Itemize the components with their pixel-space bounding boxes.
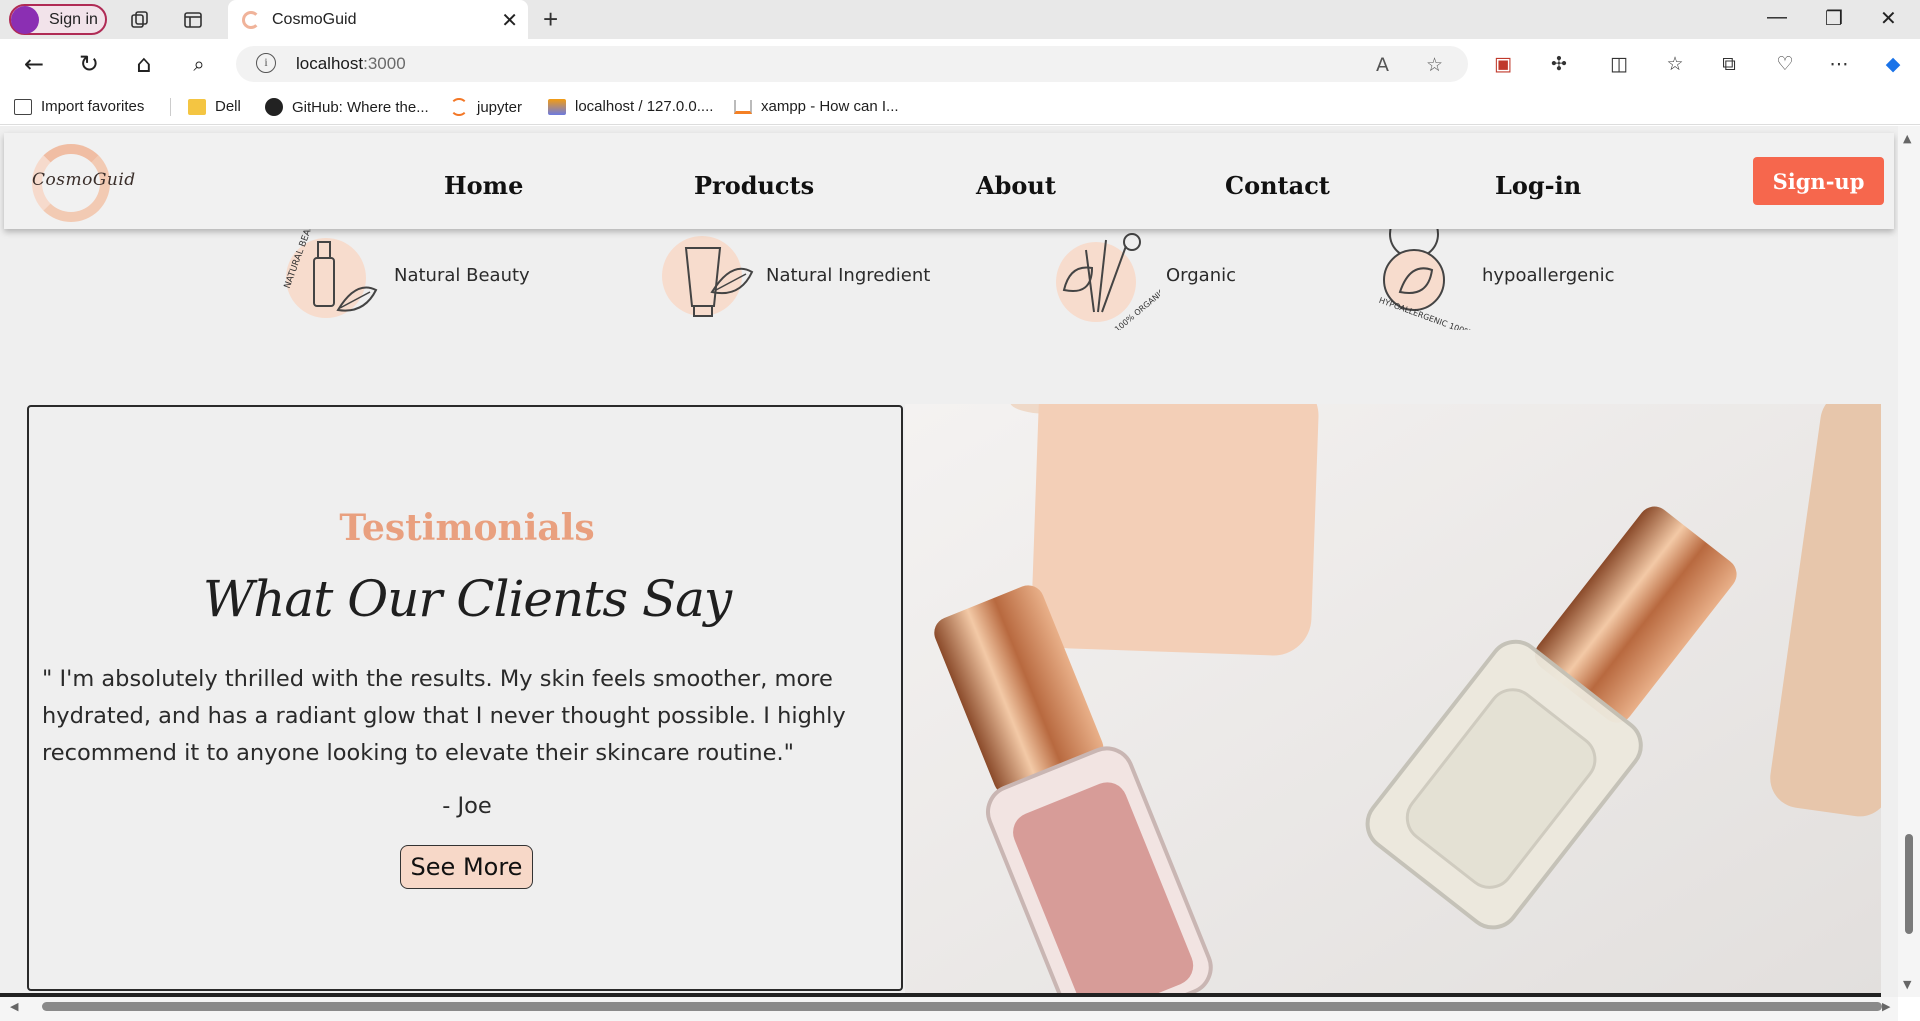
- horizontal-scroll-thumb[interactable]: [42, 1002, 1882, 1011]
- folder-icon: [188, 98, 206, 115]
- feature-label: Organic: [1166, 264, 1237, 286]
- nav-products[interactable]: Products: [694, 171, 814, 200]
- tab-title: CosmoGuid: [272, 10, 357, 28]
- lipstick-leaf-icon: NATURAL BEAUTY: [268, 211, 388, 330]
- profile-button[interactable]: Sign in: [9, 4, 107, 35]
- bookmark-divider: [170, 98, 171, 116]
- bookmark-label: Dell: [215, 98, 241, 115]
- bookmark-label: xampp - How can I...: [761, 98, 899, 115]
- bookmark-label: localhost / 127.0.0....: [575, 98, 714, 115]
- bookmark-dell[interactable]: Dell: [188, 98, 241, 115]
- split-screen-icon[interactable]: ◫: [1606, 51, 1632, 77]
- testimonial-quote: " I'm absolutely thrilled with the resul…: [42, 666, 846, 766]
- refresh-icon[interactable]: ↻: [76, 50, 102, 78]
- tab-cosmoguid[interactable]: CosmoGuid ✕: [228, 0, 528, 39]
- profile-label: Sign in: [49, 10, 98, 28]
- stackoverflow-icon: [734, 99, 752, 114]
- browser-essentials-icon[interactable]: ♡: [1772, 51, 1798, 77]
- nav-login[interactable]: Log-in: [1495, 171, 1581, 200]
- feature-natural-ingredient: Natural Ingredient: [640, 220, 930, 330]
- bookmark-github[interactable]: GitHub: Where the...: [265, 98, 429, 116]
- tab-favicon-icon: [242, 10, 260, 29]
- more-menu-icon[interactable]: ⋯: [1826, 51, 1852, 77]
- testimonials-title: What Our Clients Say: [202, 570, 732, 628]
- copilot-icon[interactable]: ◆: [1880, 51, 1906, 77]
- testimonial-author: - Joe: [442, 793, 492, 819]
- logo-text: CosmoGuid: [32, 170, 136, 190]
- new-tab-icon[interactable]: +: [543, 6, 558, 32]
- signup-button[interactable]: Sign-up: [1753, 157, 1884, 205]
- bookmark-label: jupyter: [477, 98, 523, 116]
- cosmetics-photo: [905, 404, 1881, 997]
- bookmark-import-favorites[interactable]: Import favorites: [14, 98, 144, 115]
- import-icon: [14, 98, 32, 115]
- nav-about[interactable]: About: [976, 171, 1056, 200]
- favorite-star-icon[interactable]: ☆: [1426, 54, 1443, 76]
- site-header: CosmoGuid Home Products About Contact Lo…: [4, 133, 1894, 229]
- feature-label: hypoallergenic: [1482, 264, 1615, 286]
- vertical-scrollbar[interactable]: ▲ ▼: [1898, 126, 1920, 997]
- url-text[interactable]: localhost:3000: [296, 54, 406, 74]
- feature-natural-beauty: NATURAL BEAUTY Natural Beauty: [268, 211, 530, 330]
- browser-tabstrip: Sign in CosmoGuid ✕ + — ❐ ✕: [0, 0, 1920, 39]
- bookmark-localhost[interactable]: localhost / 127.0.0....: [548, 98, 713, 115]
- restore-icon[interactable]: ❐: [1825, 6, 1843, 31]
- address-bar-row: ← ↻ ⌂ ⌕ i localhost:3000 A ☆: [0, 39, 1920, 89]
- vertical-scroll-thumb[interactable]: [1905, 834, 1913, 934]
- window-close-icon[interactable]: ✕: [1880, 6, 1897, 31]
- url-port: :3000: [363, 54, 406, 73]
- phpmyadmin-icon: [548, 98, 566, 115]
- profile-avatar: [11, 5, 39, 34]
- read-aloud-icon[interactable]: A: [1376, 54, 1389, 76]
- scroll-right-arrow-icon[interactable]: ▶: [1882, 1000, 1890, 1013]
- scroll-up-arrow-icon[interactable]: ▲: [1903, 132, 1911, 145]
- bookmark-label: Import favorites: [41, 98, 145, 115]
- page-viewport: CosmoGuid Home Products About Contact Lo…: [0, 126, 1898, 997]
- horizontal-scrollbar[interactable]: ◀ ▶: [0, 997, 1898, 1021]
- jupyter-icon: [450, 98, 468, 116]
- nav-home[interactable]: Home: [444, 171, 523, 200]
- github-icon: [265, 98, 283, 116]
- testimonials-card: Testimonials What Our Clients Say " I'm …: [27, 405, 903, 991]
- feature-label: Natural Beauty: [394, 264, 530, 286]
- bookmarks-bar: Import favorites Dell GitHub: Where the.…: [0, 89, 1920, 125]
- collections-icon[interactable]: ⧉: [1716, 51, 1742, 77]
- testimonials-heading: Testimonials: [339, 507, 595, 549]
- feature-label: Natural Ingredient: [766, 264, 931, 286]
- compact-leaf-icon: HYPOALLERGENIC 100%: [1356, 209, 1476, 338]
- bookmark-label: GitHub: Where the...: [292, 98, 429, 116]
- extensions-puzzle-icon[interactable]: ✣: [1546, 51, 1572, 77]
- nav-contact[interactable]: Contact: [1225, 171, 1330, 200]
- site-info-icon[interactable]: i: [256, 53, 276, 73]
- favorites-icon[interactable]: ☆: [1662, 51, 1688, 77]
- feature-organic: 100% ORGANIC Organic: [1040, 220, 1237, 334]
- tab-close-icon[interactable]: ✕: [501, 8, 518, 32]
- tube-leaf-icon: [640, 220, 760, 330]
- extension-shield-icon[interactable]: ▣: [1490, 51, 1516, 77]
- url-field[interactable]: i localhost:3000 A ☆: [236, 46, 1468, 82]
- feature-hypoallergenic: HYPOALLERGENIC 100% hypoallergenic: [1356, 209, 1615, 338]
- scroll-down-arrow-icon[interactable]: ▼: [1903, 978, 1911, 991]
- home-icon[interactable]: ⌂: [131, 50, 157, 78]
- bookmark-xampp[interactable]: xampp - How can I...: [734, 98, 899, 115]
- workspaces-icon[interactable]: [128, 8, 152, 32]
- brushes-leaf-icon: 100% ORGANIC: [1040, 220, 1167, 334]
- url-host: localhost: [296, 54, 364, 73]
- cosmoguid-logo[interactable]: CosmoGuid: [28, 142, 135, 222]
- minimize-icon[interactable]: —: [1767, 6, 1787, 29]
- search-icon[interactable]: ⌕: [186, 51, 212, 77]
- scroll-left-arrow-icon[interactable]: ◀: [10, 1000, 18, 1013]
- bookmark-jupyter[interactable]: jupyter: [450, 98, 522, 116]
- vertical-tabs-icon[interactable]: [181, 8, 205, 32]
- back-arrow-icon[interactable]: ←: [21, 50, 47, 78]
- see-more-button[interactable]: See More: [400, 845, 533, 889]
